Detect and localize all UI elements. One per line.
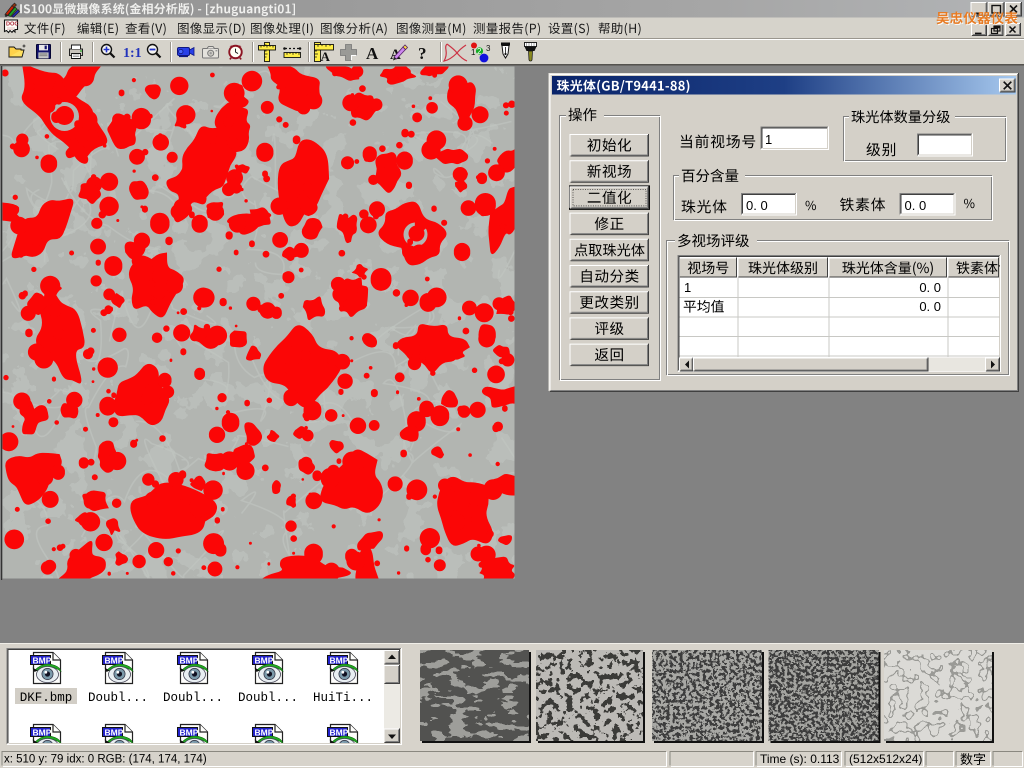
svg-text:0. 0: 0. 0	[746, 198, 768, 213]
svg-text:Doubl...: Doubl...	[163, 691, 223, 705]
svg-text:Doubl...: Doubl...	[238, 691, 298, 705]
svg-text:A: A	[321, 49, 331, 64]
svg-text:A: A	[366, 44, 379, 63]
svg-text:(512x512x24): (512x512x24)	[849, 752, 922, 766]
svg-text:0. 0: 0. 0	[905, 198, 927, 213]
svg-text:1:1: 1:1	[123, 46, 142, 61]
svg-text:DOC: DOC	[6, 22, 18, 28]
svg-text:Time (s): 0.113: Time (s): 0.113	[760, 752, 840, 766]
svg-text:1: 1	[684, 280, 691, 295]
svg-text:?: ?	[418, 44, 427, 63]
svg-text:Doubl...: Doubl...	[88, 691, 148, 705]
svg-text:0. 0: 0. 0	[919, 280, 941, 295]
svg-text:3: 3	[486, 44, 491, 53]
svg-text:HuiTi...: HuiTi...	[313, 691, 373, 705]
svg-text:1: 1	[471, 48, 476, 57]
svg-text:0. 0: 0. 0	[919, 299, 941, 314]
svg-text:x: 510 y: 79 idx: 0 RGB: (174,: x: 510 y: 79 idx: 0 RGB: (174, 174, 174)	[4, 754, 207, 766]
svg-text:DKF.bmp: DKF.bmp	[20, 691, 73, 705]
svg-text:2: 2	[477, 47, 482, 56]
svg-text:1: 1	[765, 132, 772, 147]
